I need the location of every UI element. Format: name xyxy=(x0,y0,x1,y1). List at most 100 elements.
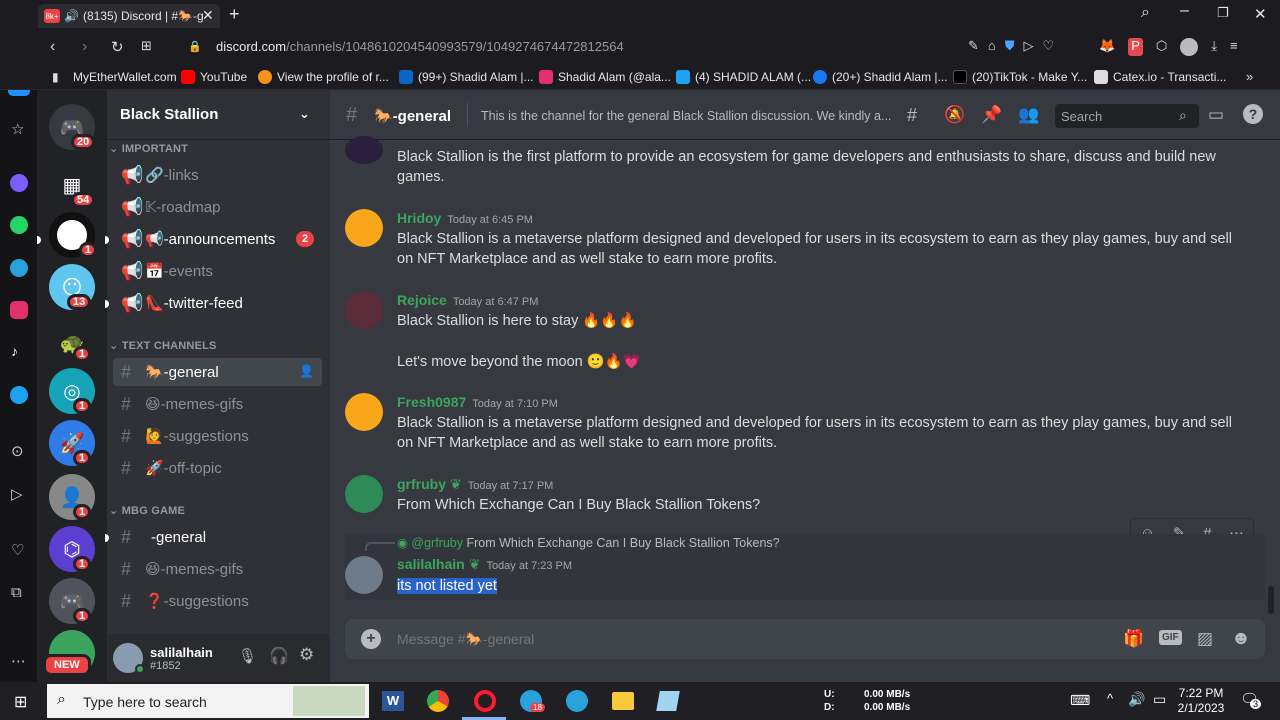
channel-suggestions[interactable]: # 🙋-suggestions xyxy=(113,422,322,450)
member-list-icon[interactable]: 👥 xyxy=(1018,105,1039,125)
gif-button[interactable]: GIF xyxy=(1159,630,1182,645)
bookmark-youtube[interactable]: YouTube xyxy=(181,70,247,84)
message-composer[interactable]: + Message #🐎-general 🎁 GIF ▨ ☻ xyxy=(345,619,1265,659)
server-header[interactable]: Black Stallion ⌄ xyxy=(107,90,330,140)
channel-events[interactable]: 📢 📅-events xyxy=(113,257,322,285)
bookmark-twitter[interactable]: (4) SHADID ALAM (... xyxy=(676,70,811,84)
history-icon[interactable]: ⧉ xyxy=(11,584,22,601)
twitter-icon[interactable] xyxy=(10,386,28,404)
message-author[interactable]: grfruby ❦ Today at 7:17 PM xyxy=(397,476,553,493)
channel-mbg-general[interactable]: # -general xyxy=(113,523,322,551)
chevron-down-icon[interactable]: ⌄ xyxy=(299,106,310,122)
profile-icon[interactable] xyxy=(1180,38,1199,56)
telegram-icon[interactable]: 18 xyxy=(520,690,545,712)
gear-icon[interactable]: ⚙ xyxy=(299,645,314,665)
pin-icon[interactable]: 📌 xyxy=(981,105,1002,125)
scrollbar-thumb[interactable] xyxy=(1268,586,1274,614)
inbox-icon[interactable]: ▭ xyxy=(1208,105,1224,125)
taskbar-search[interactable]: ⌕ Type here to search xyxy=(47,684,369,718)
forward-icon[interactable]: › xyxy=(82,38,87,56)
threads-icon[interactable]: # xyxy=(907,105,917,126)
message-author[interactable]: Rejoice Today at 6:47 PM xyxy=(397,292,538,308)
tabs-grid-icon[interactable]: ⊞ xyxy=(141,38,152,54)
speaker-icon[interactable]: 🔊 xyxy=(64,9,79,23)
server-icon[interactable]: NEW xyxy=(43,630,95,676)
cube-icon[interactable]: ⬡ xyxy=(1156,38,1167,56)
bookmark-facebook[interactable]: (20+) Shadid Alam |... xyxy=(813,70,948,84)
network-icon[interactable]: ▭ xyxy=(1153,691,1166,708)
telegram-desktop-icon[interactable] xyxy=(566,690,588,712)
heart-icon[interactable]: ♡ xyxy=(11,541,24,559)
star-icon[interactable]: ☆ xyxy=(11,120,24,138)
heart-outline-icon[interactable]: ♡ xyxy=(1043,38,1055,54)
channel-twitter-feed[interactable]: 📢 👠-twitter-feed xyxy=(113,289,322,317)
invite-icon[interactable]: 👤 xyxy=(299,364,314,378)
discord-home-icon[interactable]: 🎮 20 xyxy=(49,104,96,150)
server-icon[interactable]: ⌬ 1 xyxy=(49,526,95,572)
gift-icon[interactable]: 🎁 xyxy=(1123,629,1144,649)
help-icon[interactable]: ? xyxy=(1243,104,1263,124)
message-author[interactable]: Hridoy Today at 6:45 PM xyxy=(397,210,533,226)
clock[interactable]: 7:22 PM 2/1/2023 xyxy=(1176,686,1226,716)
opera-icon[interactable] xyxy=(474,690,496,712)
category-important[interactable]: ⌄ IMPORTANT xyxy=(109,142,188,155)
headphones-icon[interactable]: 🎧 xyxy=(269,646,289,666)
bookmarks-folder-icon[interactable]: ▮ xyxy=(52,70,59,84)
channel-off-topic[interactable]: # 🚀-off-topic xyxy=(113,454,322,482)
more-bookmarks-icon[interactable]: » xyxy=(1246,69,1253,84)
close-window-icon[interactable]: ✕ xyxy=(1254,5,1267,23)
player-icon[interactable]: ⊙ xyxy=(11,442,24,460)
channel-mbg-suggestions[interactable]: # ❓-suggestions xyxy=(113,587,322,615)
bookmark-myetherwallet[interactable]: MyEtherWallet.com xyxy=(73,70,177,84)
bookmark-tiktok[interactable]: (20)TikTok - Make Y... xyxy=(953,70,1087,84)
category-mbg-game[interactable]: ⌄ MBG GAME xyxy=(109,504,185,517)
channel-memes-gifs[interactable]: # 😆-memes-gifs xyxy=(113,390,322,418)
play-icon[interactable]: ▷ xyxy=(1024,38,1034,54)
avatar[interactable] xyxy=(345,475,383,513)
reload-icon[interactable]: ↻ xyxy=(111,38,124,56)
bookmark-instagram[interactable]: Shadid Alam (@ala... xyxy=(539,70,671,84)
download-icon[interactable]: ⤓ xyxy=(1211,38,1217,56)
shield-icon[interactable]: ⛊ xyxy=(1005,38,1015,54)
menu-icon[interactable]: ≡ xyxy=(1230,38,1238,56)
chrome-icon[interactable] xyxy=(427,690,449,712)
file-explorer-icon[interactable] xyxy=(612,692,634,710)
camera-icon[interactable]: ⌂ xyxy=(988,38,996,54)
category-text-channels[interactable]: ⌄ TEXT CHANNELS xyxy=(109,339,217,352)
close-tab-icon[interactable]: ✕ xyxy=(202,7,214,24)
emoji-icon[interactable]: ☻ xyxy=(1231,628,1251,650)
server-icon[interactable]: 🎮 1 xyxy=(49,578,95,624)
send-icon[interactable]: ▷ xyxy=(11,485,23,503)
avatar[interactable] xyxy=(345,291,383,329)
whatsapp-icon[interactable] xyxy=(10,216,28,234)
bookmark-catex[interactable]: Catex.io - Transacti... xyxy=(1094,70,1226,84)
metamask-icon[interactable]: 🦊 xyxy=(1099,38,1115,56)
new-tab-icon[interactable]: + xyxy=(229,4,240,25)
channel-mbg-memes[interactable]: # 😆-memes-gifs xyxy=(113,555,322,583)
avatar[interactable] xyxy=(345,136,383,164)
server-icon[interactable]: 🐢 1 xyxy=(49,320,95,366)
message-author[interactable]: salilalhain ❦ Today at 7:23 PM xyxy=(397,556,572,573)
messenger-icon[interactable] xyxy=(10,174,28,192)
bookmark-profile[interactable]: View the profile of r... xyxy=(258,70,389,84)
avatar[interactable] xyxy=(345,209,383,247)
url-field[interactable]: discord.com/channels/1048610204540993579… xyxy=(216,39,624,54)
notification-center-icon[interactable]: 🗨 3 xyxy=(1240,690,1262,709)
search-tabs-icon[interactable]: ⌕ xyxy=(1141,4,1150,22)
search-input[interactable]: Search ⌕ xyxy=(1055,104,1199,128)
attach-plus-icon[interactable]: + xyxy=(361,629,381,649)
word-icon[interactable]: W xyxy=(382,691,404,711)
server-icon[interactable]: 🚀 1 xyxy=(49,420,95,466)
mute-mic-icon[interactable]: 🎙 xyxy=(238,647,257,665)
keyboard-icon[interactable]: ⌨ xyxy=(1070,692,1090,709)
tray-chevron-icon[interactable]: ^ xyxy=(1107,691,1113,706)
channel-links[interactable]: 📢 🔗-links xyxy=(113,161,322,189)
avatar[interactable] xyxy=(345,556,383,594)
volume-icon[interactable]: 🔊 xyxy=(1128,691,1145,708)
channel-general[interactable]: # 🐎-general 👤 xyxy=(113,358,322,386)
channel-roadmap[interactable]: 📢 𝕂-roadmap xyxy=(113,193,322,221)
more-icon[interactable]: ⋯ xyxy=(11,652,26,670)
instagram-icon[interactable] xyxy=(10,301,28,319)
channel-announcements[interactable]: 📢 📢-announcements 2 xyxy=(113,225,322,253)
server-icon[interactable]: 1 xyxy=(49,212,98,258)
